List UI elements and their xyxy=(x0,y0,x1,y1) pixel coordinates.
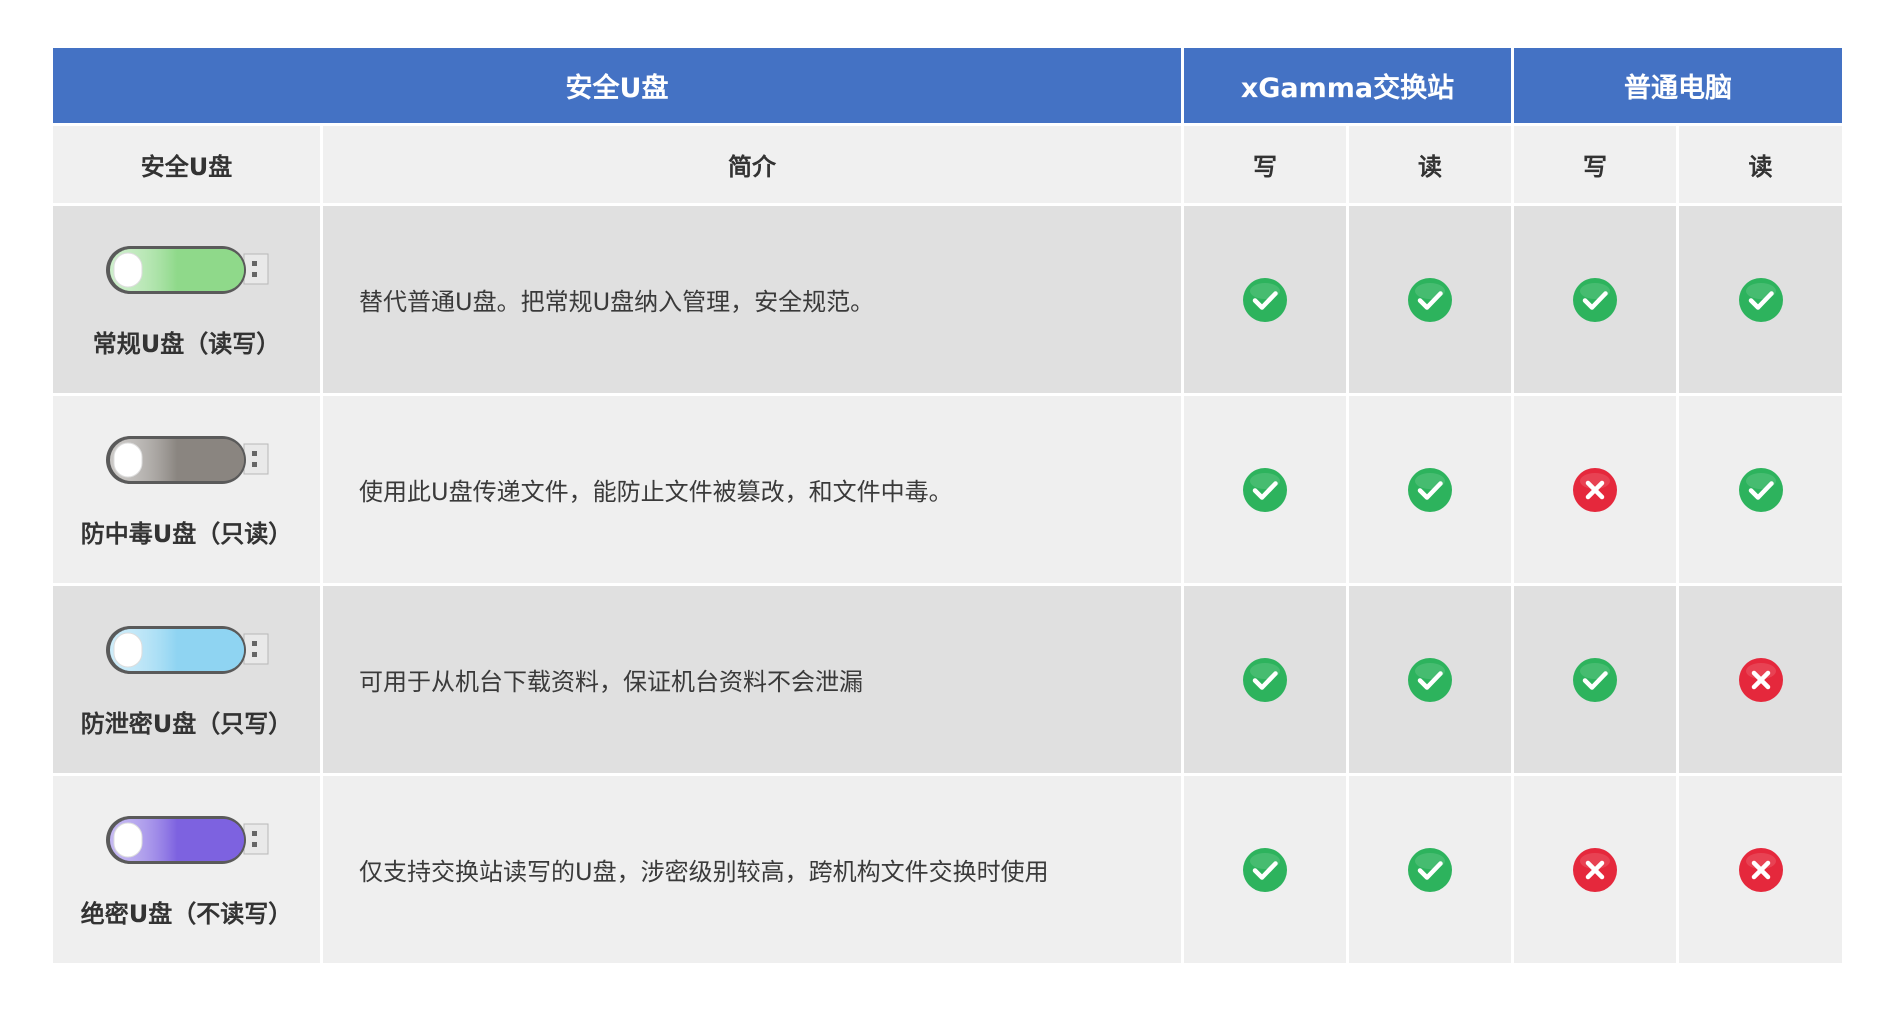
check-icon xyxy=(1243,847,1287,892)
usb-type-cell: 防中毒U盘（只读） xyxy=(53,396,323,586)
permission-cell-xg-read xyxy=(1349,776,1515,966)
usb-type-name: 防泄密U盘（只写） xyxy=(80,710,293,738)
permission-cell-pc-write xyxy=(1514,586,1680,776)
table-body: 常规U盘（读写） 替代普通U盘。把常规U盘纳入管理，安全规范。防中毒U盘（只读） 使… xyxy=(53,206,1843,966)
table-row: 防中毒U盘（只读） 使用此U盘传递文件，能防止文件被篡改，和文件中毒。 xyxy=(53,396,1843,586)
permission-cell-pc-read xyxy=(1679,396,1843,586)
group-header-row: 安全U盘 xGamma交换站 普通电脑 xyxy=(53,48,1843,126)
col-header-usb: 安全U盘 xyxy=(53,126,323,206)
table-row: 常规U盘（读写） 替代普通U盘。把常规U盘纳入管理，安全规范。 xyxy=(53,206,1843,396)
check-icon xyxy=(1738,277,1783,322)
usb-drive-icon xyxy=(105,816,268,864)
usb-drive-icon xyxy=(105,436,268,484)
table-row: 防泄密U盘（只写） 可用于从机台下载资料，保证机台资料不会泄漏 xyxy=(53,586,1843,776)
permission-cell-xg-read xyxy=(1349,206,1515,396)
usb-drive-icon xyxy=(105,246,268,294)
usb-comparison-table: 安全U盘 xGamma交换站 普通电脑 安全U盘 简介 写 读 写 读 常规U盘… xyxy=(53,48,1843,966)
usb-type-name: 绝密U盘（不读写） xyxy=(80,900,293,928)
usb-drive-icon xyxy=(105,626,268,674)
check-icon xyxy=(1243,657,1287,702)
col-header-desc: 简介 xyxy=(323,126,1184,206)
usb-description: 替代普通U盘。把常规U盘纳入管理，安全规范。 xyxy=(323,206,1184,396)
group-header-pc: 普通电脑 xyxy=(1514,48,1843,126)
permission-cell-xg-write xyxy=(1184,206,1349,396)
usb-type-cell: 防泄密U盘（只写） xyxy=(53,586,323,776)
col-header-xg-write: 写 xyxy=(1184,126,1349,206)
permission-cell-pc-write xyxy=(1514,776,1680,966)
cross-icon xyxy=(1738,657,1783,702)
usb-type-cell: 绝密U盘（不读写） xyxy=(53,776,323,966)
usb-type-name: 防中毒U盘（只读） xyxy=(80,520,293,548)
usb-description: 可用于从机台下载资料，保证机台资料不会泄漏 xyxy=(323,586,1184,776)
permission-cell-pc-read xyxy=(1679,586,1843,776)
usb-description: 使用此U盘传递文件，能防止文件被篡改，和文件中毒。 xyxy=(323,396,1184,586)
usb-type-cell: 常规U盘（读写） xyxy=(53,206,323,396)
column-header-row: 安全U盘 简介 写 读 写 读 xyxy=(53,126,1843,206)
table-row: 绝密U盘（不读写） 仅支持交换站读写的U盘，涉密级别较高，跨机构文件交换时使用 xyxy=(53,776,1843,966)
usb-description: 仅支持交换站读写的U盘，涉密级别较高，跨机构文件交换时使用 xyxy=(323,776,1184,966)
permission-cell-xg-write xyxy=(1184,776,1349,966)
col-header-pc-write: 写 xyxy=(1514,126,1680,206)
check-icon xyxy=(1408,467,1452,512)
usb-type-name: 常规U盘（读写） xyxy=(92,330,281,358)
check-icon xyxy=(1408,657,1452,702)
cross-icon xyxy=(1573,467,1618,512)
cross-icon xyxy=(1573,847,1618,892)
permission-cell-pc-write xyxy=(1514,206,1680,396)
permission-cell-pc-write xyxy=(1514,396,1680,586)
group-header-usb: 安全U盘 xyxy=(53,48,1184,126)
permission-cell-xg-write xyxy=(1184,396,1349,586)
cross-icon xyxy=(1738,847,1783,892)
check-icon xyxy=(1738,467,1783,512)
check-icon xyxy=(1243,467,1287,512)
permission-cell-pc-read xyxy=(1679,776,1843,966)
col-header-xg-read: 读 xyxy=(1349,126,1515,206)
permission-cell-xg-read xyxy=(1349,396,1515,586)
permission-cell-xg-write xyxy=(1184,586,1349,776)
check-icon xyxy=(1573,657,1618,702)
group-header-xgamma: xGamma交换站 xyxy=(1184,48,1515,126)
check-icon xyxy=(1243,277,1287,322)
permission-cell-pc-read xyxy=(1679,206,1843,396)
check-icon xyxy=(1573,277,1618,322)
col-header-pc-read: 读 xyxy=(1679,126,1843,206)
check-icon xyxy=(1408,847,1452,892)
permission-cell-xg-read xyxy=(1349,586,1515,776)
check-icon xyxy=(1408,277,1452,322)
